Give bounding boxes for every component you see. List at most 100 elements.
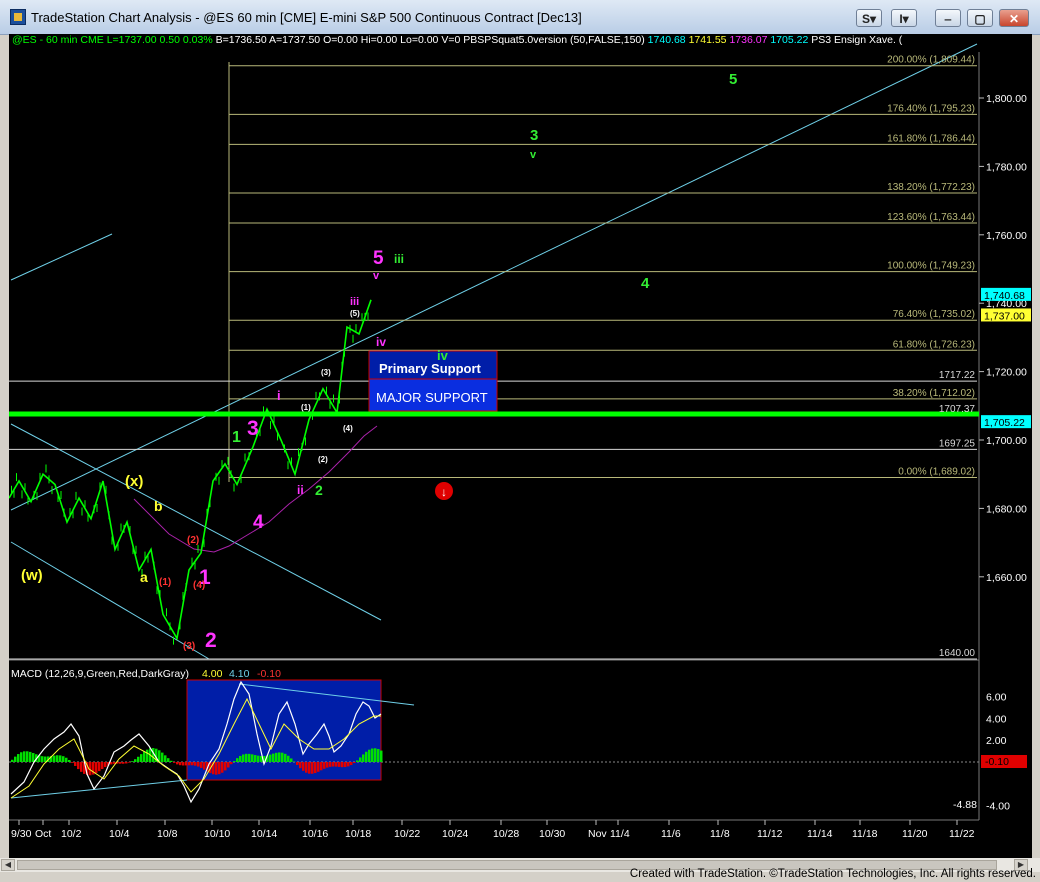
macd-hist-bar (371, 748, 374, 762)
x-tick-label: 11/20 (902, 828, 928, 840)
macd-hist-bar (41, 756, 44, 762)
macd-hist-bar (197, 762, 200, 767)
wave-label: 1 (232, 429, 241, 446)
y-tick-label: 1,700.00 (986, 435, 1027, 447)
macd-hist-bar (332, 762, 335, 767)
wave-label: iv (437, 348, 449, 363)
macd-hist-bar (230, 762, 233, 765)
macd-value-2: 4.10 (229, 668, 250, 680)
macd-hist-bar (128, 762, 131, 763)
macd-hist-bar (191, 762, 194, 766)
macd-hist-bar (251, 754, 254, 762)
macd-hist-bar (65, 757, 68, 762)
macd-hist-bar (302, 762, 305, 771)
tradestation-app-icon (10, 9, 26, 25)
wave-label: 2 (315, 482, 323, 498)
macd-hist-bar (134, 759, 137, 762)
macd-hist-bar (308, 762, 311, 774)
macd-hist-bar (110, 762, 113, 765)
macd-hist-bar (122, 762, 125, 764)
macd-hist-bar (182, 762, 185, 766)
wave-label: v (530, 149, 537, 161)
wave-label: 3 (247, 417, 259, 440)
macd-hist-bar (374, 748, 377, 762)
close-button[interactable]: ✕ (999, 9, 1029, 27)
wave-label: (3) (183, 641, 195, 652)
macd-hist-bar (95, 762, 98, 774)
wave-label: 3 (530, 127, 538, 144)
wave-label: (5) (350, 309, 360, 318)
macd-hist-bar (353, 762, 356, 764)
x-tick-label: 10/24 (442, 828, 468, 840)
wave-label: a (140, 569, 148, 585)
macd-hist-bar (131, 761, 134, 762)
wave-label: (2) (187, 535, 199, 546)
macd-hist-bar (62, 756, 65, 762)
symbol-link-button[interactable]: S▾ (856, 9, 882, 27)
macd-hist-bar (173, 762, 176, 763)
wave-label: (1) (301, 403, 311, 412)
chart-area[interactable]: @ES - 60 min CME L=1737.00 0.50 0.03% B=… (9, 34, 1032, 858)
down-arrow-glyph: ↓ (441, 485, 447, 499)
macd-badge-label: -0.10 (985, 756, 1009, 768)
macd-y-tick-label: 2.00 (986, 735, 1007, 747)
macd-y-tick-label: -4.00 (986, 801, 1010, 813)
macd-bottom-label: -4.88 (953, 799, 977, 811)
macd-hist-bar (236, 758, 239, 762)
x-tick-label: 11/18 (852, 828, 878, 840)
price-chart[interactable]: Primary Support MAJOR SUPPORT ↓ 1,660.00… (9, 34, 1032, 858)
fib-level-label: 123.60% (1,763.44) (887, 212, 975, 223)
macd-hist-bar (161, 752, 164, 762)
minimize-button[interactable]: ‒ (935, 9, 961, 27)
macd-hist-bar (356, 760, 359, 762)
title-bar: TradeStation Chart Analysis - @ES 60 min… (0, 0, 1040, 35)
macd-hist-bar (359, 757, 362, 762)
macd-hist-bar (320, 762, 323, 771)
reference-line-label: 1640.00 (939, 648, 976, 659)
interval-link-button[interactable]: I▾ (891, 9, 917, 27)
macd-hist-bar (14, 756, 17, 762)
footer-copyright: Created with TradeStation. ©TradeStation… (629, 868, 1036, 880)
macd-hist-bar (218, 762, 221, 775)
macd-hist-bar (80, 762, 83, 772)
macd-hist-bar (323, 762, 326, 769)
macd-hist-bar (56, 755, 59, 762)
wave-label: (x) (125, 473, 143, 490)
macd-hist-bar (254, 755, 257, 762)
maximize-button[interactable]: ▢ (967, 9, 993, 27)
wave-label: 4 (641, 275, 650, 292)
macd-hist-bar (335, 762, 338, 767)
macd-hist-bar (311, 762, 314, 774)
macd-hist-bar (326, 762, 329, 768)
channel-line-lower (10, 541, 210, 660)
x-tick-label: 10/2 (61, 828, 82, 840)
wave-label: b (154, 498, 163, 514)
wave-label: (w) (21, 567, 43, 584)
macd-hist-bar (104, 762, 107, 768)
macd-hist-bar (275, 752, 278, 762)
moving-average-line (133, 425, 378, 553)
wave-label: 5 (729, 71, 737, 88)
macd-hist-bar (137, 756, 140, 762)
macd-value-1: 4.00 (202, 668, 223, 680)
wave-label: v (373, 270, 380, 282)
y-tick-label: 1,720.00 (986, 367, 1027, 379)
macd-hist-bar (74, 762, 77, 766)
macd-hist-bar (338, 762, 341, 767)
x-tick-label: 10/8 (157, 828, 178, 840)
macd-hist-bar (68, 760, 71, 762)
macd-hist-bar (239, 755, 242, 762)
macd-hist-bar (269, 754, 272, 762)
macd-hist-bar (329, 762, 332, 767)
x-tick-label: 10/14 (251, 828, 277, 840)
price-badge-label: 1,737.00 (984, 310, 1025, 322)
scroll-left-button[interactable]: ◀ (1, 859, 15, 871)
wave-label: 2 (205, 629, 217, 652)
x-tick-label: 10/22 (394, 828, 420, 840)
macd-hist-bar (284, 753, 287, 762)
macd-hist-bar (203, 762, 206, 770)
fib-level-label: 100.00% (1,749.23) (887, 261, 975, 272)
wave-label: (4) (343, 424, 353, 433)
macd-hist-bar (314, 762, 317, 774)
macd-hist-bar (170, 760, 173, 762)
